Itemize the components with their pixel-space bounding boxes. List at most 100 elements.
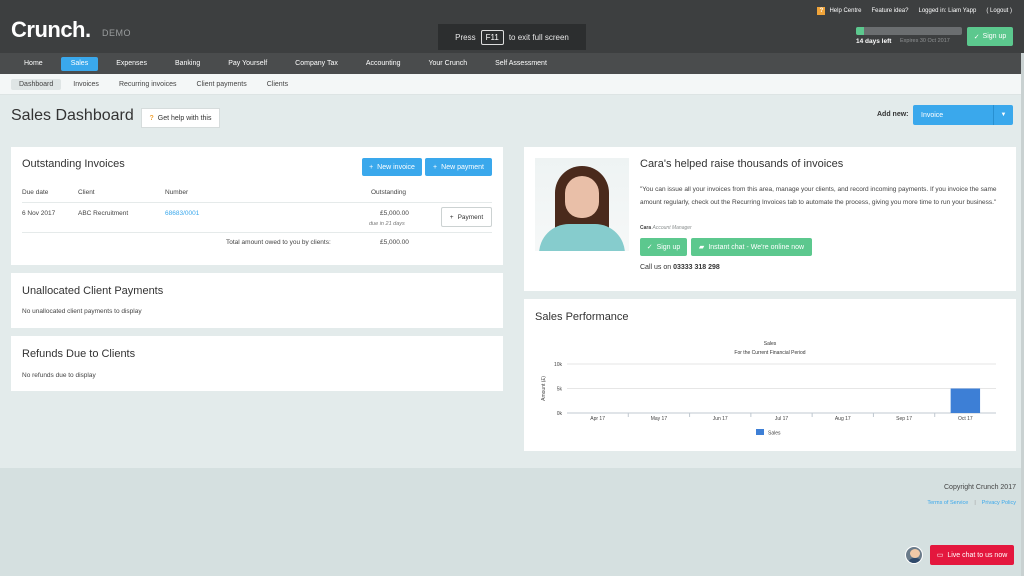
- footer-links: Terms of Service | Privacy Policy: [927, 500, 1016, 506]
- column-header-outstanding: Outstanding: [371, 189, 407, 196]
- call-us: Call us on 03333 318 298: [640, 264, 720, 271]
- instant-chat-label: Instant chat - We're online now: [708, 243, 805, 251]
- account-manager-signature: Cara Account Manager: [640, 225, 692, 231]
- logout-link[interactable]: ( Logout ): [986, 8, 1012, 14]
- nav-item-pay-yourself[interactable]: Pay Yourself: [218, 57, 277, 71]
- nav-item-banking[interactable]: Banking: [165, 57, 210, 71]
- trial-progress-bar: [856, 27, 962, 35]
- row-due-date: 6 Nov 2017: [22, 210, 56, 217]
- new-invoice-label: New invoice: [377, 163, 415, 171]
- demo-label: DEMO: [102, 28, 131, 38]
- plus-icon: +: [449, 213, 454, 221]
- invoice-number-link[interactable]: 68683/0001: [165, 210, 199, 217]
- trial-progress-fill: [856, 27, 865, 35]
- column-header-due-date: Due date: [22, 189, 49, 196]
- unallocated-payments-title: Unallocated Client Payments: [22, 285, 164, 297]
- account-manager-role: Account Manager: [652, 225, 692, 231]
- add-new-select[interactable]: Invoice ▼: [913, 105, 1013, 125]
- tab-invoices[interactable]: Invoices: [65, 79, 107, 90]
- trial-days-left: 14 days left: [856, 38, 892, 45]
- legend-swatch: [756, 429, 764, 435]
- nav-item-home[interactable]: Home: [14, 57, 53, 71]
- x-tick-label: Jul 17: [775, 416, 789, 422]
- sales-bar: [950, 388, 981, 413]
- crunch-logo[interactable]: Crunch.: [11, 17, 91, 43]
- new-invoice-button[interactable]: + New invoice: [362, 158, 422, 176]
- nav-item-accounting[interactable]: Accounting: [356, 57, 411, 71]
- account-manager-title: Cara's helped raise thousands of invoice…: [640, 158, 844, 170]
- tab-recurring-invoices[interactable]: Recurring invoices: [111, 79, 185, 90]
- account-manager-quote: "You can issue all your invoices from th…: [640, 186, 997, 206]
- refunds-empty-text: No refunds due to display: [22, 372, 96, 379]
- add-new-label: Add new:: [877, 111, 909, 118]
- help-icon: ?: [149, 114, 154, 122]
- nav-item-self-assessment[interactable]: Self Assessment: [485, 57, 557, 71]
- cara-signup-label: Sign up: [656, 243, 681, 251]
- chat-icon: ▰: [698, 244, 705, 251]
- plus-icon: +: [433, 163, 438, 171]
- cara-signup-button[interactable]: ✓ Sign up: [640, 238, 687, 256]
- main-nav: Home Sales Expenses Banking Pay Yourself…: [0, 53, 1024, 74]
- new-payment-button[interactable]: + New payment: [425, 158, 492, 176]
- add-new-value: Invoice: [921, 111, 944, 119]
- x-tick-label: Oct 17: [958, 416, 973, 422]
- trial-expiry: Expires 30 Oct 2017: [900, 38, 950, 44]
- unallocated-payments-card: [11, 273, 503, 328]
- get-help-button[interactable]: ? Get help with this: [141, 108, 220, 128]
- logged-in-user: Logged in: Liam Yapp: [918, 8, 977, 14]
- help-centre-label: Help Centre: [829, 8, 862, 14]
- f11-key: F11: [480, 29, 504, 45]
- outstanding-invoices-title: Outstanding Invoices: [22, 158, 125, 170]
- x-tick-label: Jun 17: [713, 416, 728, 422]
- table-divider: [22, 232, 492, 233]
- signup-button[interactable]: ✓ Sign up: [967, 27, 1013, 46]
- agent-avatar[interactable]: [905, 546, 923, 564]
- tab-clients[interactable]: Clients: [259, 79, 296, 90]
- y-axis-label: Amount (£): [541, 376, 547, 401]
- nav-item-expenses[interactable]: Expenses: [106, 57, 157, 71]
- signup-label: Sign up: [982, 33, 1007, 40]
- y-tick-label: 10k: [554, 362, 563, 368]
- terms-link[interactable]: Terms of Service: [927, 500, 968, 506]
- check-icon: ✓: [646, 244, 653, 251]
- live-chat-label: Live chat to us now: [947, 551, 1008, 559]
- sales-performance-title: Sales Performance: [535, 311, 629, 323]
- get-help-label: Get help with this: [157, 114, 212, 122]
- account-manager-name: Cara: [640, 225, 652, 231]
- top-links: ? Help Centre Feature idea? Logged in: Li…: [817, 7, 1012, 15]
- sub-nav: Dashboard Invoices Recurring invoices Cl…: [0, 74, 1024, 95]
- privacy-link[interactable]: Privacy Policy: [982, 500, 1016, 506]
- total-owed-value: £5,000.00: [380, 239, 409, 246]
- nav-item-your-crunch[interactable]: Your Crunch: [418, 57, 477, 71]
- total-owed-label: Total amount owed to you by clients:: [226, 239, 331, 246]
- feature-idea-link[interactable]: Feature idea?: [871, 8, 908, 14]
- copyright: Copyright Crunch 2017: [944, 484, 1016, 491]
- live-chat-button[interactable]: ▭ Live chat to us now: [930, 545, 1014, 565]
- payment-label: Payment: [457, 213, 484, 221]
- instant-chat-button[interactable]: ▰ Instant chat - We're online now: [691, 238, 812, 256]
- tab-dashboard[interactable]: Dashboard: [11, 78, 62, 90]
- sales-chart: 0k 5k 10k Amount (£) Apr 17 May 17 Jun 17 Jul 1…: [541, 362, 996, 437]
- column-header-number: Number: [165, 189, 189, 196]
- y-tick-label: 0k: [557, 411, 563, 417]
- nav-item-sales[interactable]: Sales: [60, 56, 99, 71]
- tab-client-payments[interactable]: Client payments: [189, 79, 255, 90]
- payment-button[interactable]: + Payment: [441, 207, 492, 227]
- nav-item-company-tax[interactable]: Company Tax: [285, 57, 348, 71]
- account-manager-photo: [535, 158, 629, 251]
- x-tick-label: Aug 17: [835, 416, 851, 422]
- x-tick-label: Apr 17: [590, 416, 605, 422]
- plus-icon: +: [369, 163, 374, 171]
- x-tick-label: May 17: [651, 416, 668, 422]
- legend-label: Sales: [768, 431, 781, 437]
- chat-icon: ▭: [936, 552, 944, 559]
- phone-number[interactable]: 03333 318 298: [673, 264, 720, 271]
- column-header-client: Client: [78, 189, 95, 196]
- new-payment-label: New payment: [441, 163, 484, 171]
- fullscreen-notice: Press F11 to exit full screen: [438, 24, 586, 50]
- unallocated-empty-text: No unallocated client payments to displa…: [22, 308, 142, 315]
- help-centre-link[interactable]: ? Help Centre: [817, 7, 861, 15]
- caret-down-icon[interactable]: ▼: [993, 105, 1013, 125]
- chart-title: Sales: [763, 341, 777, 347]
- footer: [0, 468, 1024, 576]
